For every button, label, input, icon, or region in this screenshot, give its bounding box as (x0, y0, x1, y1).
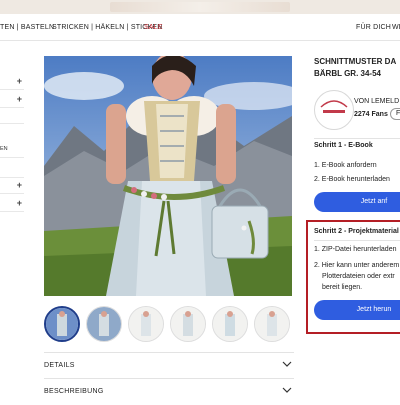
shop-logo-image (319, 99, 349, 113)
accordion-label: BESCHREIBUNG (44, 388, 104, 395)
download-material-button[interactable]: Jetzt herun (314, 300, 400, 320)
nav-item-basteln[interactable]: TEN | BASTELN (0, 24, 54, 31)
shop-name[interactable]: VON LEMELD (354, 98, 399, 105)
product-title: SCHNITTMUSTER DA BÄRBL GR. 34-54 (314, 56, 400, 80)
step1-heading: Schritt 1 - E-Book (314, 142, 373, 149)
main-navigation: TEN | BASTELN STRICKEN | HÄKELN | STICKE… (0, 16, 400, 41)
description-accordion[interactable]: BESCHREIBUNG (44, 378, 294, 405)
step2-item-2-end: bereit liegen. (322, 284, 363, 291)
step1-item-2: 2. E-Book herunterladen (314, 176, 390, 183)
filter-group[interactable]: + (0, 74, 24, 90)
top-banner (0, 0, 400, 14)
chevron-down-icon (282, 361, 292, 367)
fans-count: 2274 Fans (354, 111, 388, 118)
accordion-label: DETAILS (44, 362, 75, 369)
dirndl-photo (44, 56, 292, 296)
filter-group[interactable]: + (0, 178, 24, 194)
step2-item-2: 2. Hier kann unter anderem (314, 262, 400, 269)
product-title-line1: SCHNITTMUSTER DA (314, 57, 397, 66)
product-title-line2: BÄRBL GR. 34-54 (314, 69, 381, 78)
step2-item-2-cont: Plotterdateien oder extr (322, 273, 395, 280)
expand-icon: + (16, 76, 22, 86)
chevron-down-icon (282, 387, 292, 393)
step2-item-1: 1. ZIP-Datei herunterladen (314, 246, 397, 253)
thumbnail-3[interactable] (128, 306, 164, 342)
banner-decoration (110, 2, 290, 12)
filter-label: EN (0, 146, 8, 152)
follow-button[interactable]: Fo (390, 108, 400, 120)
filter-group[interactable] (0, 162, 24, 178)
filter-group[interactable]: + (0, 92, 24, 108)
filter-group[interactable]: + (0, 196, 24, 212)
button-label: Jetzt anf (360, 198, 388, 205)
expand-icon: + (16, 198, 22, 208)
shop-logo[interactable] (314, 90, 354, 130)
step2-heading: Schritt 2 - Projektmaterial (314, 228, 399, 235)
filter-group[interactable]: EN (0, 142, 24, 158)
thumbnail-1[interactable] (44, 306, 80, 342)
request-ebook-button[interactable]: Jetzt anf (314, 192, 400, 212)
nav-item-sale[interactable]: SALE (144, 24, 163, 31)
filter-group[interactable] (0, 108, 24, 124)
expand-icon: + (16, 180, 22, 190)
product-main-image[interactable] (44, 56, 292, 296)
thumbnail-strip (44, 306, 292, 342)
thumbnail-5[interactable] (212, 306, 248, 342)
button-label: Jetzt herun (356, 306, 392, 313)
thumbnail-6[interactable] (254, 306, 290, 342)
nav-item-we[interactable]: WE (392, 24, 400, 31)
step1-item-1: 1. E-Book anfordern (314, 162, 377, 169)
thumbnail-2[interactable] (86, 306, 122, 342)
nav-item-fuer-dich[interactable]: FÜR DICH (356, 24, 391, 31)
expand-icon: + (16, 94, 22, 104)
divider (314, 240, 400, 241)
details-accordion[interactable]: DETAILS (44, 352, 294, 379)
divider (314, 138, 400, 139)
thumbnail-4[interactable] (170, 306, 206, 342)
